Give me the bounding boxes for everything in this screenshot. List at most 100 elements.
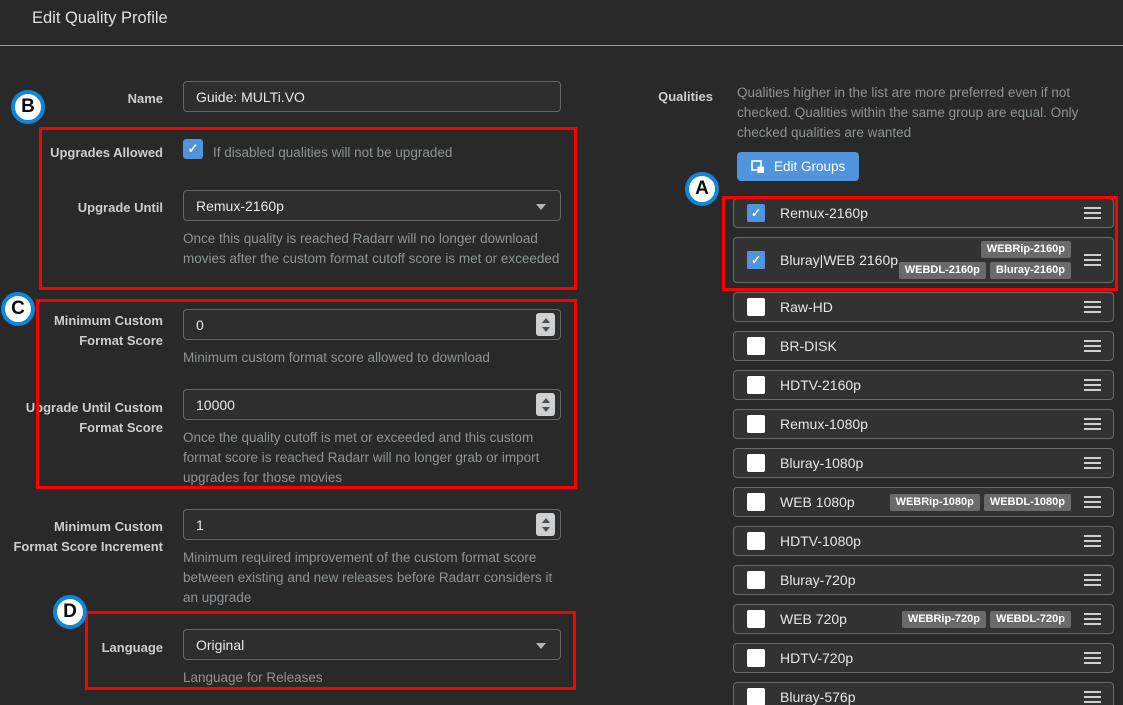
drag-handle-icon[interactable] bbox=[1084, 652, 1101, 664]
drag-handle-icon[interactable] bbox=[1084, 301, 1101, 313]
upgrade-until-format-score-input[interactable] bbox=[183, 389, 561, 420]
quality-list-item[interactable]: Bluray|WEB 2160p WEBRip-2160p WEBDL-2160p… bbox=[733, 237, 1114, 283]
quality-list-item[interactable]: HDTV-2160p bbox=[733, 370, 1114, 400]
quality-checkbox[interactable] bbox=[747, 571, 765, 589]
annotation-marker-d: D bbox=[53, 595, 87, 629]
quality-name: WEB 1080p bbox=[780, 494, 855, 510]
quality-badge: WEBRip-1080p bbox=[889, 493, 980, 511]
quality-list: Remux-2160p Bluray|WEB 2160p WEBRip-2160… bbox=[733, 198, 1114, 705]
drag-handle-icon[interactable] bbox=[1084, 457, 1101, 469]
quality-list-item[interactable]: Bluray-720p bbox=[733, 565, 1114, 595]
quality-list-item[interactable]: HDTV-1080p bbox=[733, 526, 1114, 556]
drag-handle-icon[interactable] bbox=[1084, 613, 1101, 625]
spinner-down-icon[interactable] bbox=[541, 326, 550, 332]
quality-list-item[interactable]: Bluray-576p bbox=[733, 682, 1114, 705]
number-spinner[interactable] bbox=[536, 313, 555, 336]
quality-checkbox[interactable] bbox=[747, 251, 765, 269]
upgrade-until-help: Once this quality is reached Radarr will… bbox=[183, 231, 560, 266]
min-format-score-input[interactable] bbox=[183, 309, 561, 340]
qualities-label: Qualities bbox=[658, 89, 713, 104]
drag-handle-icon[interactable] bbox=[1084, 254, 1101, 266]
language-select[interactable]: Original bbox=[183, 629, 561, 660]
min-format-score-increment-label: Minimum Custom Format Score Increment bbox=[13, 519, 163, 554]
language-value: Original bbox=[196, 636, 245, 653]
spinner-down-icon[interactable] bbox=[541, 526, 550, 532]
quality-name: HDTV-2160p bbox=[780, 377, 861, 393]
quality-checkbox[interactable] bbox=[747, 493, 765, 511]
edit-groups-button[interactable]: Edit Groups bbox=[737, 152, 860, 181]
qualities-description: Qualities higher in the list are more pr… bbox=[737, 85, 1079, 140]
name-input[interactable] bbox=[183, 81, 561, 112]
quality-checkbox[interactable] bbox=[747, 337, 765, 355]
name-label: Name bbox=[127, 91, 163, 106]
quality-name: Bluray-1080p bbox=[780, 455, 864, 471]
quality-name: HDTV-720p bbox=[780, 650, 854, 666]
drag-handle-icon[interactable] bbox=[1084, 379, 1101, 391]
spinner-up-icon[interactable] bbox=[541, 517, 550, 523]
quality-list-item[interactable]: Raw-HD bbox=[733, 292, 1114, 322]
quality-checkbox[interactable] bbox=[747, 298, 765, 316]
drag-handle-icon[interactable] bbox=[1084, 535, 1101, 547]
spinner-up-icon[interactable] bbox=[541, 397, 550, 403]
quality-name: Bluray-720p bbox=[780, 572, 856, 588]
quality-checkbox[interactable] bbox=[747, 610, 765, 628]
quality-badges: WEBRip-1080p WEBDL-1080p bbox=[889, 493, 1071, 511]
page-title: Edit Quality Profile bbox=[32, 9, 168, 27]
number-spinner[interactable] bbox=[536, 513, 555, 536]
quality-list-item[interactable]: BR-DISK bbox=[733, 331, 1114, 361]
number-spinner[interactable] bbox=[536, 393, 555, 416]
quality-list-item[interactable]: WEB 1080p WEBRip-1080p WEBDL-1080p bbox=[733, 487, 1114, 517]
drag-handle-icon[interactable] bbox=[1084, 340, 1101, 352]
quality-checkbox[interactable] bbox=[747, 376, 765, 394]
drag-handle-icon[interactable] bbox=[1084, 496, 1101, 508]
quality-badge: WEBDL-1080p bbox=[983, 493, 1071, 511]
drag-handle-icon[interactable] bbox=[1084, 207, 1101, 219]
quality-badge: WEBRip-720p bbox=[901, 610, 986, 628]
upgrades-allowed-label: Upgrades Allowed bbox=[50, 145, 163, 160]
quality-list-item[interactable]: WEB 720p WEBRip-720p WEBDL-720p bbox=[733, 604, 1114, 634]
quality-name: Remux-1080p bbox=[780, 416, 868, 432]
min-format-score-increment-input[interactable] bbox=[183, 509, 561, 540]
quality-checkbox[interactable] bbox=[747, 688, 765, 705]
quality-checkbox[interactable] bbox=[747, 532, 765, 550]
language-help: Language for Releases bbox=[183, 670, 323, 685]
spinner-up-icon[interactable] bbox=[541, 317, 550, 323]
quality-checkbox[interactable] bbox=[747, 415, 765, 433]
quality-list-item[interactable]: Remux-2160p bbox=[733, 198, 1114, 228]
quality-list-item[interactable]: Bluray-1080p bbox=[733, 448, 1114, 478]
quality-name: WEB 720p bbox=[780, 611, 847, 627]
upgrade-until-value: Remux-2160p bbox=[196, 197, 284, 214]
drag-handle-icon[interactable] bbox=[1084, 418, 1101, 430]
quality-badges: WEBRip-2160p WEBDL-2160p Bluray-2160p bbox=[898, 241, 1071, 279]
quality-checkbox[interactable] bbox=[747, 204, 765, 222]
annotation-marker-a: A bbox=[685, 172, 719, 206]
spinner-down-icon[interactable] bbox=[541, 406, 550, 412]
min-format-score-help: Minimum custom format score allowed to d… bbox=[183, 350, 490, 365]
upgrades-allowed-checkbox[interactable] bbox=[183, 139, 203, 159]
quality-name: Bluray|WEB 2160p bbox=[780, 252, 899, 268]
quality-name: Raw-HD bbox=[780, 299, 833, 315]
upgrade-until-format-score-help: Once the quality cutoff is met or exceed… bbox=[183, 430, 540, 485]
quality-badge: WEBDL-720p bbox=[989, 610, 1071, 628]
edit-groups-button-label: Edit Groups bbox=[774, 159, 846, 174]
upgrade-until-format-score-label: Upgrade Until Custom Format Score bbox=[25, 400, 163, 435]
upgrade-until-label: Upgrade Until bbox=[77, 200, 163, 215]
drag-handle-icon[interactable] bbox=[1084, 574, 1101, 586]
header-divider bbox=[0, 45, 1123, 46]
quality-checkbox[interactable] bbox=[747, 649, 765, 667]
quality-badge: Bluray-2160p bbox=[989, 262, 1071, 279]
quality-name: BR-DISK bbox=[780, 338, 837, 354]
quality-name: HDTV-1080p bbox=[780, 533, 861, 549]
min-format-score-label: Minimum Custom Format Score bbox=[53, 313, 163, 348]
upgrades-allowed-help: If disabled qualities will not be upgrad… bbox=[213, 145, 453, 160]
chevron-down-icon bbox=[536, 204, 546, 210]
quality-name: Remux-2160p bbox=[780, 205, 868, 221]
quality-name: Bluray-576p bbox=[780, 689, 856, 705]
upgrade-until-select[interactable]: Remux-2160p bbox=[183, 190, 561, 221]
drag-handle-icon[interactable] bbox=[1084, 691, 1101, 703]
quality-list-item[interactable]: Remux-1080p bbox=[733, 409, 1114, 439]
quality-badge: WEBRip-2160p bbox=[980, 241, 1071, 258]
quality-checkbox[interactable] bbox=[747, 454, 765, 472]
quality-list-item[interactable]: HDTV-720p bbox=[733, 643, 1114, 673]
chevron-down-icon bbox=[536, 643, 546, 649]
